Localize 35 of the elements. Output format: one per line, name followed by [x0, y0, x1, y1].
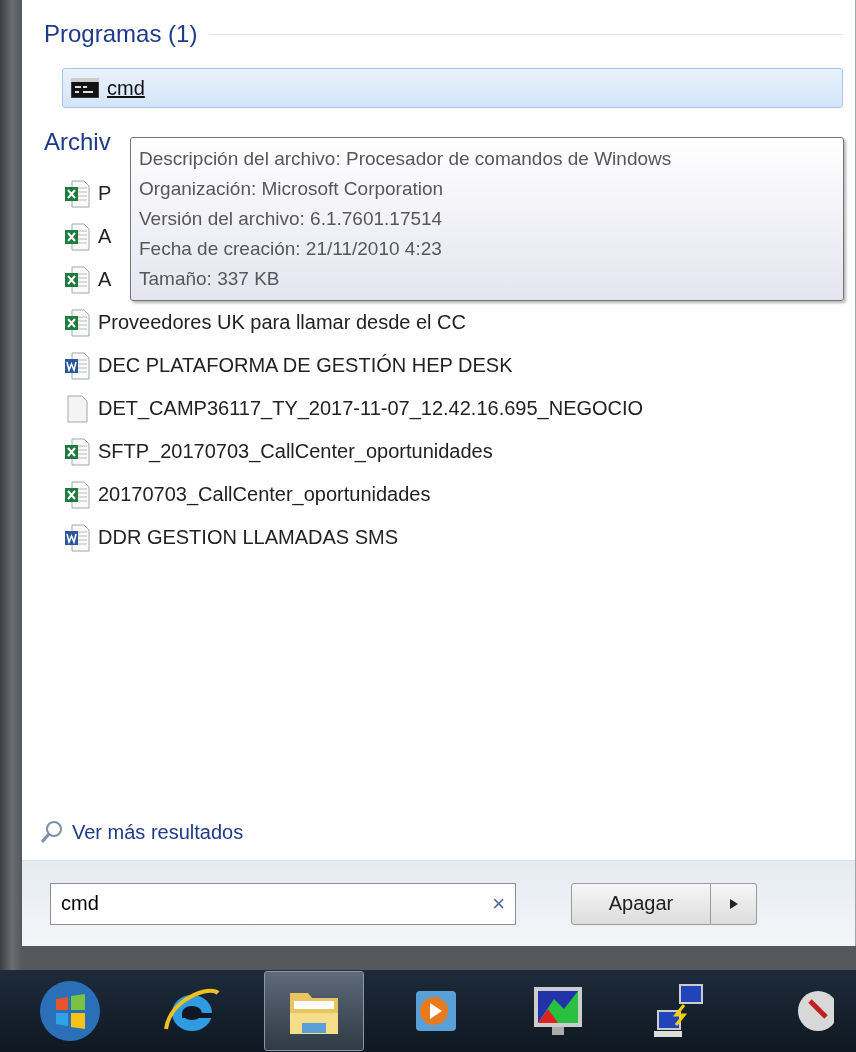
shutdown-button[interactable]: Apagar [571, 882, 711, 925]
file-result[interactable]: DEC PLATAFORMA DE GESTIÓN HEP DESK [98, 354, 513, 377]
options-button[interactable] [711, 882, 757, 925]
spreadsheet-file-icon [64, 479, 90, 510]
spreadsheet-file-icon [64, 264, 90, 295]
file-result[interactable]: DET_CAMP36117_TY_2017-11-07_12.42.16.695_NEGOCIO [98, 397, 644, 420]
file-result[interactable]: 20170703_CallCenter_oportunidades [98, 483, 431, 506]
spreadsheet-file-icon [64, 436, 90, 467]
file-result[interactable]: A [98, 225, 112, 248]
file-result[interactable]: Proveedores UK para llamar desde el CC [98, 311, 466, 334]
text-file-icon [64, 393, 90, 424]
folder-icon[interactable] [264, 971, 364, 1051]
file-result[interactable]: DDR GESTION LLAMADAS SMS [98, 526, 399, 549]
console-icon [71, 78, 99, 98]
file-result[interactable]: A [98, 268, 112, 291]
spreadsheet-file-icon [64, 178, 90, 209]
spreadsheet-file-icon [64, 221, 90, 252]
tooltip-line: Versión del archivo: 6.1.7601.17514 [139, 207, 444, 231]
tooltip-line: Tamaño: 337 KB [139, 267, 281, 291]
caret-icon [729, 898, 738, 909]
spreadsheet-file-icon [64, 307, 90, 338]
more-results-link[interactable]: Ver más resultados [72, 820, 244, 844]
document-file-icon [64, 350, 90, 381]
search-field[interactable]: cmd × [50, 882, 516, 925]
program-result[interactable]: cmd [62, 68, 843, 108]
clear-button[interactable]: × [492, 890, 505, 917]
tooltip-line: Fecha de creación: 21/11/2010 4:23 [139, 237, 443, 261]
search-icon [40, 820, 64, 844]
document-file-icon [64, 522, 90, 553]
tooltip-line: Descripción del archivo: Procesador de comandos de Windows [139, 147, 673, 171]
section-heading: Programas (1) [44, 20, 198, 48]
file-result[interactable]: SFTP_20170703_CallCenter_oportunidades [98, 440, 493, 463]
section-heading: Archiv [44, 128, 111, 156]
tooltip-line: Organización: Microsoft Corporation [139, 177, 445, 201]
file-result[interactable]: P [98, 182, 112, 205]
